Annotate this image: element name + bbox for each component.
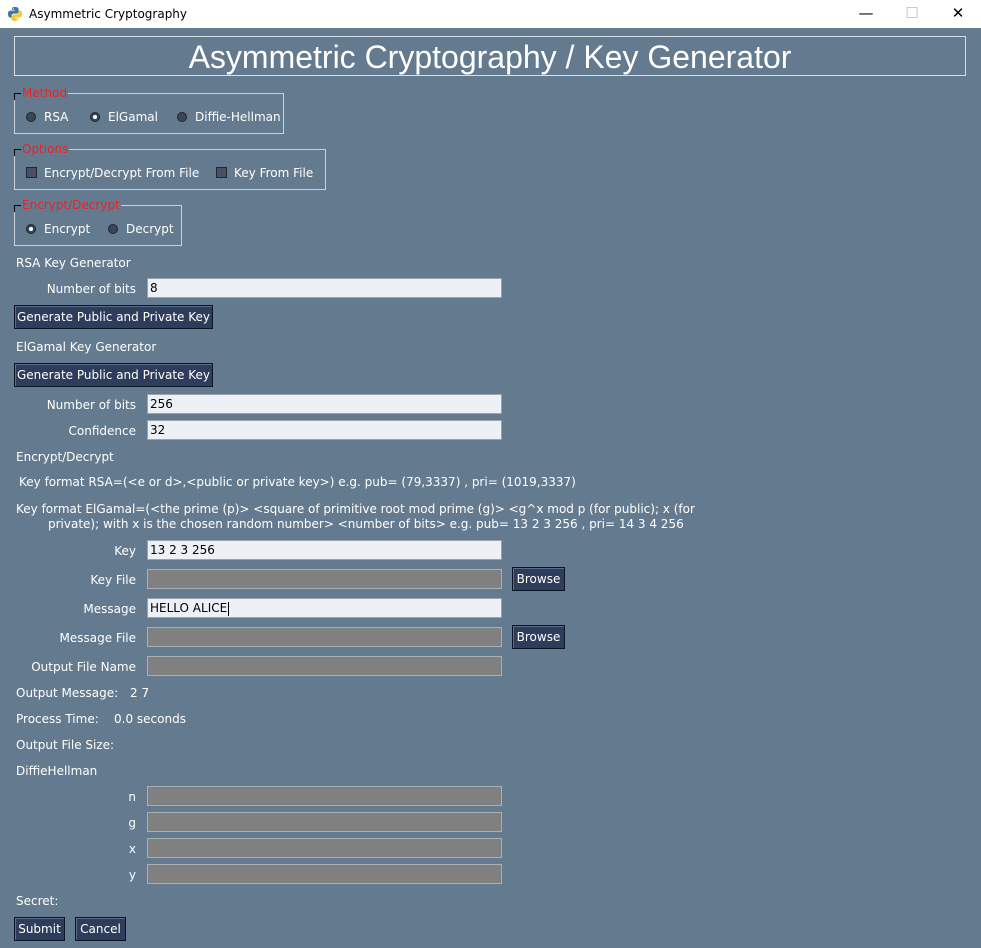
radio-diffie-hellman-label[interactable]: Diffie-Hellman — [195, 110, 281, 124]
elgamal-bits-label: Number of bits — [46, 398, 136, 412]
radio-rsa-label[interactable]: RSA — [44, 110, 68, 124]
dh-g-label: g — [128, 816, 136, 830]
dh-heading: DiffieHellman — [16, 764, 98, 778]
rsa-bits-input[interactable]: 8 — [147, 278, 502, 298]
radio-decrypt[interactable] — [108, 224, 118, 234]
dh-x-input[interactable] — [147, 838, 502, 858]
dh-n-input[interactable] — [147, 786, 502, 806]
key-file-browse-button[interactable]: Browse — [512, 567, 565, 591]
elgamal-key-format-line1: Key format ElGamal=(<the prime (p)> <squ… — [16, 502, 695, 516]
message-value: HELLO ALICE — [150, 601, 228, 615]
radio-encrypt[interactable] — [26, 224, 36, 234]
output-message-value: 2 7 — [130, 686, 150, 700]
checkbox-key-from-file-label[interactable]: Key From File — [234, 166, 313, 180]
secret-label: Secret: — [16, 894, 59, 908]
radio-encrypt-label[interactable]: Encrypt — [44, 222, 90, 236]
radio-rsa[interactable] — [26, 112, 36, 122]
key-input[interactable]: 13 2 3 256 — [147, 540, 502, 560]
output-file-name-label: Output File Name — [31, 660, 136, 674]
key-label: Key — [114, 544, 136, 558]
options-legend: Options — [21, 142, 70, 156]
checkbox-encrypt-from-file-label[interactable]: Encrypt/Decrypt From File — [44, 166, 199, 180]
python-icon — [8, 7, 22, 21]
message-file-label: Message File — [59, 631, 137, 645]
output-file-name-input[interactable] — [147, 656, 502, 676]
message-file-browse-button[interactable]: Browse — [512, 625, 565, 649]
checkbox-key-from-file[interactable] — [216, 167, 227, 178]
window-title: Asymmetric Cryptography — [29, 7, 188, 21]
elgamal-confidence-label: Confidence — [68, 424, 136, 438]
page-title: Asymmetric Cryptography / Key Generator — [14, 36, 966, 76]
output-message-label: Output Message: — [16, 686, 119, 700]
radio-decrypt-label[interactable]: Decrypt — [126, 222, 174, 236]
elgamal-bits-input[interactable]: 256 — [147, 394, 502, 414]
dh-n-label: n — [128, 790, 136, 804]
rsa-generate-button[interactable]: Generate Public and Private Key — [14, 305, 213, 329]
elgamal-generate-button[interactable]: Generate Public and Private Key — [14, 363, 213, 387]
process-time-value: 0.0 seconds — [114, 712, 186, 726]
checkbox-encrypt-from-file[interactable] — [26, 167, 37, 178]
cancel-button[interactable]: Cancel — [75, 917, 126, 941]
radio-elgamal-label[interactable]: ElGamal — [108, 110, 158, 124]
rsa-key-format: Key format RSA=(<e or d>,<public or priv… — [19, 475, 576, 489]
minimize-button[interactable]: — — [843, 0, 889, 28]
dh-g-input[interactable] — [147, 812, 502, 832]
radio-diffie-hellman[interactable] — [177, 112, 187, 122]
key-file-input[interactable] — [147, 569, 502, 589]
output-file-size-label: Output File Size: — [16, 738, 115, 752]
submit-button[interactable]: Submit — [14, 917, 65, 941]
maximize-button[interactable]: ☐ — [889, 0, 935, 28]
dh-y-label: y — [128, 868, 136, 882]
method-legend: Method — [21, 86, 69, 100]
rsa-bits-label: Number of bits — [46, 282, 136, 296]
message-file-input[interactable] — [147, 627, 502, 647]
process-time-label: Process Time: — [16, 712, 99, 726]
elgamal-key-format-line2: private); with x is the chosen random nu… — [48, 517, 684, 531]
text-cursor — [228, 601, 230, 616]
dh-y-input[interactable] — [147, 864, 502, 884]
radio-elgamal[interactable] — [90, 112, 100, 122]
message-input[interactable]: HELLO ALICE — [147, 598, 502, 618]
message-label: Message — [83, 602, 136, 616]
dh-x-label: x — [128, 842, 136, 856]
key-file-label: Key File — [90, 573, 136, 587]
window-titlebar: Asymmetric Cryptography — ☐ ✕ — [0, 0, 981, 28]
mode-legend: Encrypt/Decrypt — [21, 198, 121, 212]
elgamal-confidence-input[interactable]: 32 — [147, 420, 502, 440]
close-button[interactable]: ✕ — [935, 0, 981, 28]
encdec-heading: Encrypt/Decrypt — [16, 450, 114, 464]
rsa-heading: RSA Key Generator — [16, 256, 131, 270]
elgamal-heading: ElGamal Key Generator — [16, 340, 157, 354]
